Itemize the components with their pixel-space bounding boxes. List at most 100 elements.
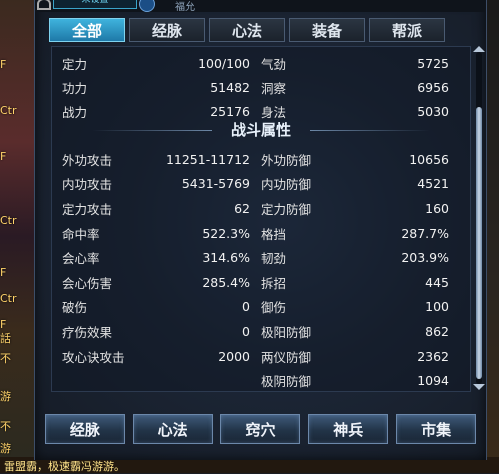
stat-label: 拆招 [261,275,287,291]
market-button[interactable]: 市集 [396,414,477,444]
stat-row [62,368,258,393]
pen-icon[interactable] [139,0,155,12]
stat-row: 命中率 522.3% [62,221,258,246]
stat-row: 外功防御 10656 [261,147,457,172]
acupoint-button[interactable]: 窍穴 [220,414,301,444]
stat-label: 内功防御 [261,177,312,193]
base-stats-grid: 定力 100/100 气劲 5725 功力 51482 洞察 6956 战力 25176 … [62,51,457,123]
stat-value: 5725 [417,55,449,71]
stat-label: 定力 [62,56,88,72]
meridian-button[interactable]: 经脉 [44,414,125,444]
bg-tag: Ctr [0,214,17,227]
stat-row: 御伤 100 [261,295,457,320]
stat-label: 定力防御 [261,201,312,217]
stat-label: 命中率 [62,226,100,242]
stat-row: 定力 100/100 [62,51,258,75]
stat-value: 100 [425,299,449,315]
stat-row: 功力 51482 [62,75,258,99]
stat-row: 内功攻击 5431-5769 [62,172,258,197]
stat-label: 御伤 [261,300,287,316]
stat-value: 0 [242,299,250,315]
stat-value: 25176 [210,103,250,119]
stat-value: 5431-5769 [181,176,250,192]
stat-value: 100/100 [198,55,250,71]
stat-label: 外功防御 [261,152,312,168]
unset-slot[interactable]: 未设置 [53,0,137,9]
tab-guild[interactable]: 帮派 [369,18,445,42]
bg-tag: 不 [0,420,11,433]
game-background-right [485,0,499,473]
bg-chat-text: 雷盟霸，极速霸冯游游。 [4,460,125,473]
panel-topbar: 未设置 福允 [35,0,486,13]
bottom-button-bar: 经脉 心法 窍穴 神兵 市集 [35,414,486,444]
stat-value: 522.3% [202,225,250,241]
stat-value: 0 [242,323,250,339]
tab-meridian[interactable]: 经脉 [129,18,205,42]
stat-row: 格挡 287.7% [261,221,457,246]
character-attribute-panel: 未设置 福允 全部 经脉 心法 装备 帮派 定力 100/100 气劲 5725 功… [34,0,487,460]
stat-label: 会心率 [62,251,100,267]
stat-value: 160 [425,200,449,216]
stat-label: 两仪防御 [261,349,312,365]
bg-tag: Ctr [0,104,17,117]
bg-tag: F [0,58,7,71]
attribute-tabs: 全部 经脉 心法 装备 帮派 [49,18,445,44]
stat-row: 破伤 0 [62,295,258,320]
stat-label: 破伤 [62,300,88,316]
combat-section-title: 战斗属性 [52,119,470,141]
stat-row: 拆招 445 [261,270,457,295]
stat-value: 4521 [417,176,449,192]
stat-label: 内功攻击 [62,177,113,193]
stat-value: 2362 [417,348,449,364]
tab-all[interactable]: 全部 [49,18,125,42]
scroll-down-arrow-icon[interactable] [473,384,485,390]
stat-row: 疗伤效果 0 [62,319,258,344]
bg-tag: 不 [0,352,11,365]
stat-label: 格挡 [261,226,287,242]
stat-value: 1094 [417,373,449,389]
stat-value: 287.7% [401,225,449,241]
stat-label: 洞察 [261,80,287,96]
stat-row: 两仪防御 2362 [261,344,457,369]
tab-mind-method[interactable]: 心法 [209,18,285,42]
stat-value: 445 [425,274,449,290]
bg-tag: 游 [0,390,11,403]
bg-tag: F [0,150,7,163]
stat-value: 5030 [417,103,449,119]
stat-label: 疗伤效果 [62,324,113,340]
stat-label: 会心伤害 [62,275,113,291]
stat-value: 314.6% [202,250,250,266]
stats-content: 定力 100/100 气劲 5725 功力 51482 洞察 6956 战力 25176 … [51,46,471,392]
scroll-thumb[interactable] [476,107,482,379]
stat-row: 攻心诀攻击 2000 [62,344,258,369]
stat-value: 6956 [417,79,449,95]
game-background-left: F Ctr F Ctr F Ctr F 話 不 游 不 游 [0,0,34,473]
stat-row: 会心率 314.6% [62,245,258,270]
stat-row: 外功攻击 11251-11712 [62,147,258,172]
mind-method-button[interactable]: 心法 [132,414,213,444]
panel-title-fragment: 福允 [175,2,195,13]
stat-label: 气劲 [261,56,287,72]
stat-row: 会心伤害 285.4% [62,270,258,295]
link-icon[interactable] [37,0,51,10]
stat-row: 极阴防御 1094 [261,368,457,393]
divine-weapon-button[interactable]: 神兵 [308,414,389,444]
stat-row: 韧劲 203.9% [261,245,457,270]
stats-scrollbar[interactable] [473,46,485,390]
bg-tag: 話 [0,332,11,345]
stat-value: 862 [425,323,449,339]
stat-row: 内功防御 4521 [261,172,457,197]
combat-stats-grid: 外功攻击 11251-11712 外功防御 10656 内功攻击 5431-5769 内功防… [62,147,457,393]
bg-tag: F [0,266,7,279]
stat-label: 韧劲 [261,251,287,267]
stat-row: 极阳防御 862 [261,319,457,344]
stat-label: 极阳防御 [261,324,312,340]
bg-tag: 游 [0,442,11,455]
stat-label: 战力 [62,104,88,120]
stat-value: 51482 [210,79,250,95]
stat-label: 定力攻击 [62,201,113,217]
stat-label: 功力 [62,80,88,96]
scroll-up-arrow-icon[interactable] [473,46,485,52]
tab-equipment[interactable]: 装备 [289,18,365,42]
stat-value: 2000 [218,348,250,364]
